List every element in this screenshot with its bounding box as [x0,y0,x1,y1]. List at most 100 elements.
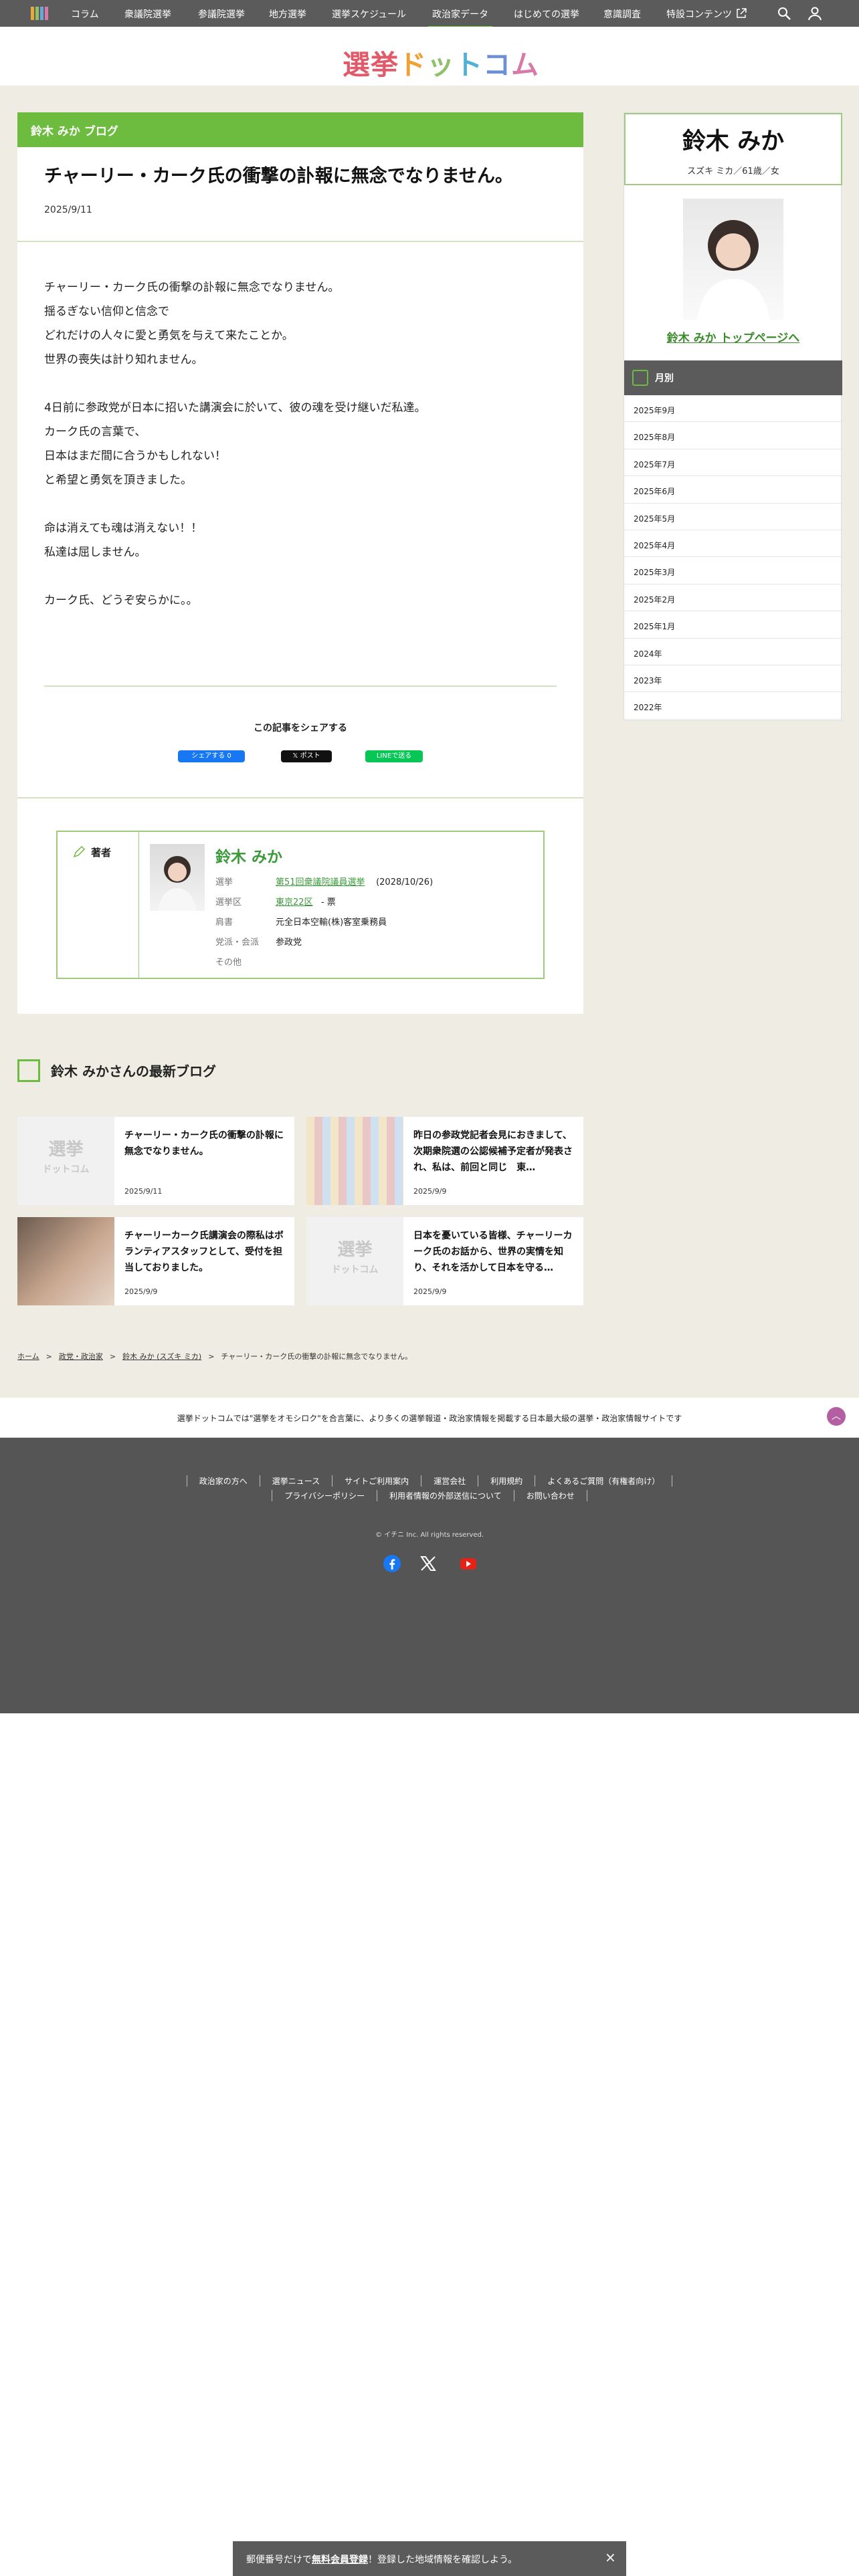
breadcrumb-politician[interactable]: 鈴木 みか (スズキ ミカ) [122,1352,201,1361]
footer-link[interactable]: 選挙ニュース [259,1475,332,1487]
top-navigation: コラム 衆議院選挙 参議院選挙 地方選挙 選挙スケジュール 政治家データ はじめ… [0,0,859,28]
x-icon: 𝕏 [292,752,300,760]
nav-survey[interactable]: 意識調査 [603,7,641,21]
blog-card-date: 2025/9/11 [124,1187,163,1196]
nav-sangiin[interactable]: 参議院選挙 [198,7,245,21]
body-line: どれだけの人々に愛と勇気を与えて来たことか。 [44,329,294,342]
archive-item[interactable]: 2025年9月 [624,395,842,423]
nav-first-election[interactable]: はじめての選挙 [514,7,579,21]
body-line: カーク氏の言葉で、 [44,425,147,439]
nav-schedule[interactable]: 選挙スケジュール [332,7,406,21]
signup-notice-bar: 郵便番号だけで無料会員登録！登録した地域情報を確認しよう。 × [233,2541,626,2576]
blog-card-date: 2025/9/9 [124,1287,158,1296]
sidebar-photo [683,199,783,320]
divider [17,241,583,242]
body-line: チャーリー・カーク氏の衝撃の訃報に無念でなりません。 [44,281,340,294]
blog-header[interactable]: 鈴木 みか ブログ [17,112,583,147]
body-line [44,492,566,516]
blog-card[interactable]: 選挙 ドットコム 日本を憂いている皆様、チャーリーカーク氏のお話から、世界の実情を… [306,1217,583,1305]
menu-icon[interactable] [31,7,48,20]
nav-local-election[interactable]: 地方選挙 [269,7,306,21]
copyright: © イチニ Inc. All rights reserved. [375,1531,484,1539]
share-divider [44,685,557,687]
author-row-title: 肩書 元全日本空輸(株)客室乗務員 [215,918,387,928]
archive-item[interactable]: 2022年 [624,692,842,720]
archive-item[interactable]: 2025年3月 [624,557,842,584]
close-icon[interactable]: × [605,2549,616,2565]
footer-link[interactable]: 政治家の方へ [186,1475,260,1487]
nav-shugiin[interactable]: 衆議院選挙 [124,7,171,21]
divider [17,797,583,798]
breadcrumb-parties[interactable]: 政党・政治家 [59,1352,103,1361]
blog-card-title: 昨日の参政党記者会見におきまして、次期衆院選の公認候補予定者が発表され、私は、前… [413,1130,573,1173]
blog-card[interactable]: チャーリーカーク氏講演会の際私はボランティアスタッフとして、受付を担当しておりま… [17,1217,294,1305]
author-name-link[interactable]: 鈴木 みか [215,844,282,867]
share-label: この記事をシェアする [254,723,347,734]
sidebar-meta: スズキ ミカ／61歳／女 [687,167,779,177]
blog-card[interactable]: 選挙 ドットコム チャーリー・カーク氏の衝撃の訃報に無念でなりません。 2025/… [17,1117,294,1205]
footer-link[interactable]: 運営会社 [421,1475,478,1487]
breadcrumb-home[interactable]: ホーム [17,1352,39,1361]
author-row-district: 選挙区 東京22区 - 票 [215,897,336,907]
signup-notice-text: 郵便番号だけで無料会員登録！登録した地域情報を確認しよう。 [246,2555,518,2565]
facebook-share-button[interactable]: シェアする 0 [178,750,245,762]
election-link[interactable]: 第51回衆議院議員選挙 [276,877,365,887]
footer-link[interactable]: お問い合わせ [513,1490,587,1501]
body-line: 4日前に参政党が日本に招いた講演会に於いて、彼の魂を受け継いだ私達。 [44,401,426,415]
x-post-button[interactable]: 𝕏 ポスト [281,750,332,762]
footer-link[interactable]: サイトご利用案内 [332,1475,421,1487]
archive-item[interactable]: 2025年5月 [624,504,842,530]
portrait-image [158,856,197,911]
post-title: チャーリー・カーク氏の衝撃の訃報に無念でなりません。 [44,166,513,187]
archive-item[interactable]: 2025年6月 [624,476,842,504]
blog-card-date: 2025/9/9 [413,1187,447,1196]
site-logo[interactable]: 選挙ドットコム [343,42,539,81]
nav-column[interactable]: コラム [71,7,99,21]
search-icon[interactable] [776,5,792,21]
blog-card[interactable]: 昨日の参政党記者会見におきまして、次期衆院選の公認候補予定者が発表され、私は、前… [306,1117,583,1205]
blog-card-title: 日本を憂いている皆様、チャーリーカーク氏のお話から、世界の実情を知り、それを活か… [413,1230,573,1273]
archive-item[interactable]: 2025年7月 [624,449,842,477]
archive-item[interactable]: 2024年 [624,639,842,665]
footer-link[interactable]: 利用者情報の外部送信について [377,1490,514,1501]
calendar-icon [632,370,648,386]
scroll-top-button[interactable]: ︿ [827,1407,846,1426]
footer-tagline: 選挙ドットコムでは"選挙をオモシロク"を合言葉に、より多くの選挙報道・政治家情報… [177,1414,682,1423]
body-line: 命は消えても魂は消えない！！ [44,522,203,535]
archive-item[interactable]: 2025年1月 [624,611,842,639]
sidebar-profile-header: 鈴木 みか スズキ ミカ／61歳／女 [624,113,842,185]
footer-link[interactable]: プライバシーポリシー [272,1490,377,1501]
youtube-icon[interactable] [459,1554,478,1573]
author-photo [150,844,205,911]
archive-item[interactable]: 2023年 [624,665,842,693]
portrait-image [696,220,770,320]
archive-item[interactable]: 2025年4月 [624,530,842,558]
nav-special[interactable]: 特設コンテンツ [666,7,732,21]
external-link-icon [737,8,747,18]
signup-link[interactable]: 無料会員登録 [312,2555,368,2565]
body-line: 私達は屈しません。 [44,546,147,559]
photo-thumbnail [17,1217,114,1305]
sidebar: 鈴木 みか スズキ ミカ／61歳／女 鈴木 みか トップページへ 月別 2025… [624,112,842,721]
sidebar-top-page-link[interactable]: 鈴木 みか トップページへ [624,328,842,345]
footer-links-row: 政治家の方へ 選挙ニュース サイトご利用案内 運営会社 利用規約 よくあるご質問（有権者向… [0,1475,859,1487]
chevron-right-icon: > [45,1352,52,1361]
nav-politician-data[interactable]: 政治家データ [428,7,492,28]
archive-item[interactable]: 2025年2月 [624,584,842,612]
district-link[interactable]: 東京22区 [276,897,313,907]
body-line [44,564,566,588]
blog-card-date: 2025/9/9 [413,1287,447,1296]
author-label-column: 著者 [58,832,139,978]
x-icon[interactable] [419,1554,438,1573]
latest-blogs-title: 鈴木 みかさんの最新ブログ [51,1063,216,1079]
user-icon[interactable] [807,5,823,21]
archive-item[interactable]: 2025年8月 [624,422,842,449]
article-card: 鈴木 みか ブログ チャーリー・カーク氏の衝撃の訃報に無念でなりません。 202… [17,112,583,1014]
footer-link[interactable]: よくあるご質問（有権者向け） [535,1475,673,1487]
body-line: 日本はまだ間に合うかもしれない！ [44,449,226,463]
line-share-button[interactable]: LINEで送る [365,750,423,762]
footer-link[interactable]: 利用規約 [478,1475,535,1487]
facebook-icon[interactable] [383,1554,401,1573]
author-label: 著者 [91,847,112,859]
monthly-archive-list: 2025年9月 2025年8月 2025年7月 2025年6月 2025年5月 … [624,395,842,720]
